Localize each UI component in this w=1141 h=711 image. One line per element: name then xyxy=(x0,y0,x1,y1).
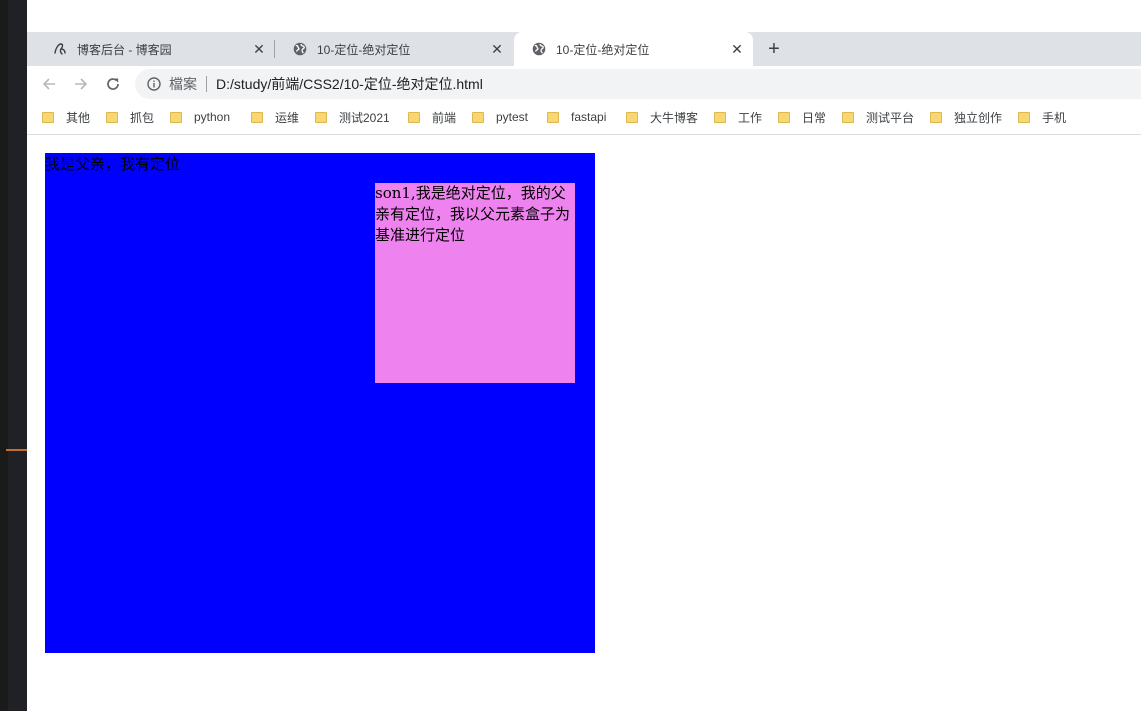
folder-icon xyxy=(714,111,726,123)
close-icon[interactable]: ✕ xyxy=(729,41,745,57)
divider xyxy=(206,76,207,92)
bookmark-label: 测试平台 xyxy=(866,110,915,125)
arrow-right-icon xyxy=(75,78,88,90)
folder-icon xyxy=(778,111,790,123)
bookmark-folder[interactable]: 测试平台 xyxy=(842,102,914,132)
file-scheme-label: 檔案 xyxy=(169,76,197,92)
background-window-edge xyxy=(0,0,27,711)
bookmark-folder[interactable]: 测试2021 xyxy=(315,102,390,132)
close-icon[interactable]: ✕ xyxy=(251,41,267,57)
new-tab-button[interactable]: + xyxy=(763,38,785,60)
bookmark-folder[interactable]: pytest xyxy=(472,102,528,132)
bookmarks-bar: 其他 抓包 python 运维 测试2021 前端 pytest fastapi… xyxy=(27,102,1141,135)
tab-title: 10-定位-绝对定位 xyxy=(317,42,411,57)
tab-absolute-positioning-active[interactable]: 10-定位-绝对定位 ✕ xyxy=(514,32,753,66)
folder-icon xyxy=(408,111,420,123)
window-marker xyxy=(6,449,27,451)
tab-absolute-positioning[interactable]: 10-定位-绝对定位 ✕ xyxy=(275,32,513,66)
bookmark-label: 运维 xyxy=(275,110,300,125)
toolbar: 檔案 D:/study/前端/CSS2/10-定位-绝对定位.html xyxy=(27,66,1141,102)
folder-icon xyxy=(472,111,484,123)
father-text: 我是父亲，我有定位 xyxy=(45,155,181,173)
bookmark-label: 手机 xyxy=(1042,110,1067,125)
browser-window: 博客后台 - 博客园 ✕ 10-定位-绝对定位 ✕ 10-定位-绝对定位 ✕ + xyxy=(27,0,1141,711)
folder-icon xyxy=(547,111,559,123)
forward-button[interactable] xyxy=(70,73,92,95)
info-icon[interactable] xyxy=(146,76,162,92)
bookmark-label: 前端 xyxy=(432,110,457,125)
folder-icon xyxy=(315,111,327,123)
bookmark-folder[interactable]: fastapi xyxy=(547,102,606,132)
bookmark-label: 测试2021 xyxy=(339,110,390,125)
cnblogs-icon xyxy=(52,41,68,57)
bookmark-folder[interactable]: 其他 xyxy=(42,102,90,132)
bookmark-label: 工作 xyxy=(738,110,763,125)
bookmark-label: 大牛博客 xyxy=(650,110,699,125)
bookmark-label: 独立创作 xyxy=(954,110,1003,125)
bookmark-folder[interactable]: 日常 xyxy=(778,102,826,132)
folder-icon xyxy=(626,111,638,123)
folder-icon xyxy=(251,111,263,123)
folder-icon xyxy=(842,111,854,123)
tab-title: 10-定位-绝对定位 xyxy=(556,42,650,57)
bookmark-folder[interactable]: 运维 xyxy=(251,102,299,132)
bookmark-folder[interactable]: 独立创作 xyxy=(930,102,1002,132)
address-bar[interactable]: 檔案 D:/study/前端/CSS2/10-定位-绝对定位.html xyxy=(135,69,1141,99)
tab-cnblogs[interactable]: 博客后台 - 博客园 ✕ xyxy=(35,32,275,66)
window-border xyxy=(0,0,8,711)
bookmark-label: python xyxy=(194,110,231,124)
back-button[interactable] xyxy=(38,73,60,95)
bookmark-folder[interactable]: 大牛博客 xyxy=(626,102,698,132)
folder-icon xyxy=(1018,111,1030,123)
folder-icon xyxy=(930,111,942,123)
bookmark-label: pytest xyxy=(496,110,529,124)
globe-icon xyxy=(292,41,308,57)
close-icon[interactable]: ✕ xyxy=(489,41,505,57)
folder-icon xyxy=(106,111,118,123)
page-viewport: 我是父亲，我有定位 son1,我是绝对定位，我的父亲有定位，我以父元素盒子为基准… xyxy=(27,135,1141,711)
son-box: son1,我是绝对定位，我的父亲有定位，我以父元素盒子为基准进行定位 xyxy=(375,183,575,383)
bookmark-label: fastapi xyxy=(571,110,607,124)
folder-icon xyxy=(42,111,54,123)
folder-icon xyxy=(170,111,182,123)
url-text[interactable]: D:/study/前端/CSS2/10-定位-绝对定位.html xyxy=(216,74,483,94)
bookmark-folder[interactable]: 工作 xyxy=(714,102,762,132)
tab-title: 博客后台 - 博客园 xyxy=(77,42,172,57)
reload-button[interactable] xyxy=(102,73,124,95)
bookmark-label: 日常 xyxy=(802,110,827,125)
bookmark-folder[interactable]: 抓包 xyxy=(106,102,154,132)
father-box: 我是父亲，我有定位 son1,我是绝对定位，我的父亲有定位，我以父元素盒子为基准… xyxy=(45,153,595,653)
bookmark-label: 抓包 xyxy=(130,110,155,125)
bookmark-folder[interactable]: 前端 xyxy=(408,102,456,132)
bookmark-label: 其他 xyxy=(66,110,91,125)
bookmark-folder[interactable]: python xyxy=(170,102,230,132)
bookmark-folder[interactable]: 手机 xyxy=(1018,102,1066,132)
son-text: son1,我是绝对定位，我的父亲有定位，我以父元素盒子为基准进行定位 xyxy=(375,184,571,244)
arrow-left-icon xyxy=(42,78,55,90)
reload-icon xyxy=(107,78,119,90)
globe-icon xyxy=(531,41,547,57)
